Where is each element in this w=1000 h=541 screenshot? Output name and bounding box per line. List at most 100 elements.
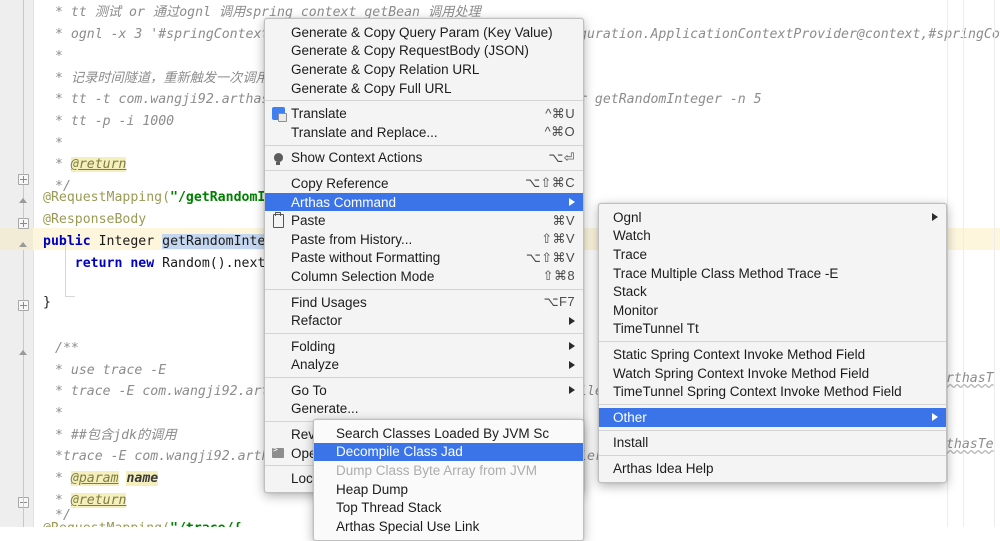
other-item-arthas-special-use-link[interactable]: Arthas Special Use Link	[314, 517, 583, 536]
other-item-top-thread-stack[interactable]: Top Thread Stack	[314, 498, 583, 517]
menu-item-generate-copy-full-url[interactable]: Generate & Copy Full URL	[265, 79, 583, 98]
menu-item-label: Install	[613, 435, 649, 451]
menu-item-generate-copy-relation-url[interactable]: Generate & Copy Relation URL	[265, 60, 583, 79]
menu-item-shortcut: ⌥⏎	[548, 149, 575, 165]
menu-item-copy-reference[interactable]: Copy Reference ⌥⇧⌘C	[265, 174, 583, 193]
submenu-item-arthas-idea-help[interactable]: Arthas Idea Help	[599, 459, 946, 478]
submenu-item-trace[interactable]: Trace	[599, 245, 946, 264]
code-line: * 记录时间隧道，重新触发一次调用	[55, 71, 269, 86]
code-line: /**	[55, 341, 79, 356]
menu-item-paste[interactable]: Paste ⌘V	[265, 211, 583, 230]
gutter-fold-spine-bottom	[23, 478, 24, 527]
menu-item-label: Folding	[291, 338, 336, 354]
translate-icon	[271, 107, 287, 123]
menu-item-translate[interactable]: Translate ^⌘U	[265, 104, 583, 123]
menu-item-folding[interactable]: Folding	[265, 337, 583, 356]
chevron-right-icon	[569, 360, 575, 369]
other-item-search-classes-loaded[interactable]: Search Classes Loaded By JVM Sc	[314, 424, 583, 443]
arthas-command-submenu[interactable]: Ognl Watch Trace Trace Multiple Class Me…	[598, 203, 947, 483]
menu-item-label: Generate & Copy Query Param (Key Value)	[291, 24, 553, 40]
menu-item-analyze[interactable]: Analyze	[265, 356, 583, 375]
menu-item-shortcut: ^⌘O	[544, 124, 575, 140]
submenu-item-monitor[interactable]: Monitor	[599, 301, 946, 320]
menu-item-label: Monitor	[613, 302, 659, 318]
menu-item-show-context-actions[interactable]: Show Context Actions ⌥⏎	[265, 149, 583, 168]
code-line-responsebody: @ResponseBody	[43, 212, 147, 227]
annotation-requestmapping: @RequestMapping(	[43, 190, 171, 205]
menu-item-find-usages[interactable]: Find Usages ⌥F7	[265, 293, 583, 312]
menu-separator	[599, 341, 946, 343]
submenu-item-stack[interactable]: Stack	[599, 282, 946, 301]
submenu-item-trace-multiple-class[interactable]: Trace Multiple Class Method Trace -E	[599, 264, 946, 283]
fold-marker-collapse-2[interactable]	[18, 218, 29, 229]
fold-marker-collapse-1[interactable]	[18, 174, 29, 185]
menu-item-label: Go To	[291, 382, 327, 398]
menu-item-label: Translate and Replace...	[291, 124, 438, 140]
menu-item-shortcut: ⇧⌘V	[541, 231, 575, 247]
menu-item-paste-from-history[interactable]: Paste from History... ⇧⌘V	[265, 230, 583, 249]
menu-item-paste-without-formatting[interactable]: Paste without Formatting ⌥⇧⌘V	[265, 249, 583, 268]
menu-item-label: Ognl	[613, 209, 642, 225]
menu-item-label: Generate...	[291, 401, 359, 417]
code-line: * ##包含jdk的调用	[55, 428, 177, 443]
menu-item-label: Arthas Idea Help	[613, 460, 714, 476]
menu-item-generate-copy-query-param[interactable]: Generate & Copy Query Param (Key Value)	[265, 23, 583, 42]
menu-item-label: Generate & Copy RequestBody (JSON)	[291, 43, 529, 59]
menu-item-label: Other	[613, 409, 647, 425]
fold-marker-arrow-3[interactable]	[18, 348, 29, 359]
other-submenu[interactable]: Search Classes Loaded By JVM Sc Decompil…	[313, 419, 584, 541]
menu-item-label: Generate & Copy Relation URL	[291, 61, 480, 77]
chevron-right-icon	[569, 342, 575, 351]
menu-item-arthas-command[interactable]: Arthas Command	[265, 192, 583, 212]
menu-item-label: Paste from History...	[291, 231, 413, 247]
javadoc-param-tag: @param	[70, 471, 119, 486]
code-line-bottom-mapping: @RequestMapping("/trace/{	[43, 518, 242, 527]
menu-separator	[599, 429, 946, 431]
code-line-param: * @param name	[55, 468, 159, 490]
menu-item-column-selection-mode[interactable]: Column Selection Mode ⇧⌘8	[265, 267, 583, 286]
chevron-right-icon	[932, 213, 938, 222]
code-line: *	[55, 406, 63, 421]
clipboard-icon	[271, 211, 285, 228]
editor-gutter[interactable]	[0, 0, 34, 527]
fold-marker-collapse-3[interactable]	[18, 300, 29, 311]
submenu-item-install[interactable]: Install	[599, 434, 946, 453]
code-line: * tt -p -i 1000	[55, 114, 175, 129]
menu-item-label: Stack	[613, 284, 647, 300]
submenu-item-ognl[interactable]: Ognl	[599, 208, 946, 227]
submenu-item-watch-spring-context-invoke[interactable]: Watch Spring Context Invoke Method Field	[599, 364, 946, 383]
menu-item-refactor[interactable]: Refactor	[265, 311, 583, 330]
menu-item-go-to[interactable]: Go To	[265, 381, 583, 400]
javadoc-return-tag: @return	[70, 157, 127, 172]
menu-item-label: Top Thread Stack	[336, 500, 442, 516]
code-line-tag: * @return	[55, 154, 127, 176]
code-line: *	[55, 136, 63, 151]
keyword-public: public	[43, 234, 91, 249]
menu-separator	[265, 100, 583, 102]
space2	[154, 234, 162, 249]
submenu-item-timetunnel-spring-context-invoke[interactable]: TimeTunnel Spring Context Invoke Method …	[599, 382, 946, 401]
fold-marker-arrow-1[interactable]	[18, 196, 29, 207]
menu-separator	[265, 377, 583, 379]
menu-item-shortcut: ⌥⇧⌘V	[525, 249, 575, 265]
submenu-item-other[interactable]: Other	[599, 407, 946, 427]
menu-item-translate-and-replace[interactable]: Translate and Replace... ^⌘O	[265, 123, 583, 142]
menu-item-shortcut: ⌥F7	[543, 294, 575, 310]
other-item-decompile-class-jad[interactable]: Decompile Class Jad	[314, 442, 583, 462]
menu-item-label: Paste without Formatting	[291, 250, 441, 266]
menu-item-generate-copy-requestbody[interactable]: Generate & Copy RequestBody (JSON)	[265, 42, 583, 61]
menu-item-label: Copy Reference	[291, 175, 389, 191]
other-item-heap-dump[interactable]: Heap Dump	[314, 480, 583, 499]
menu-item-label: Find Usages	[291, 294, 367, 310]
submenu-item-watch[interactable]: Watch	[599, 227, 946, 246]
javadoc-param-name: name	[126, 471, 159, 486]
menu-item-label: Generate & Copy Full URL	[291, 80, 452, 96]
menu-item-shortcut: ⌥⇧⌘C	[525, 175, 575, 191]
fold-marker-arrow-2[interactable]	[18, 240, 29, 251]
submenu-item-timetunnel-tt[interactable]: TimeTunnel Tt	[599, 320, 946, 339]
menu-item-shortcut: ^⌘U	[545, 105, 575, 121]
menu-item-generate[interactable]: Generate...	[265, 400, 583, 419]
submenu-item-static-spring-context-invoke[interactable]: Static Spring Context Invoke Method Fiel…	[599, 345, 946, 364]
